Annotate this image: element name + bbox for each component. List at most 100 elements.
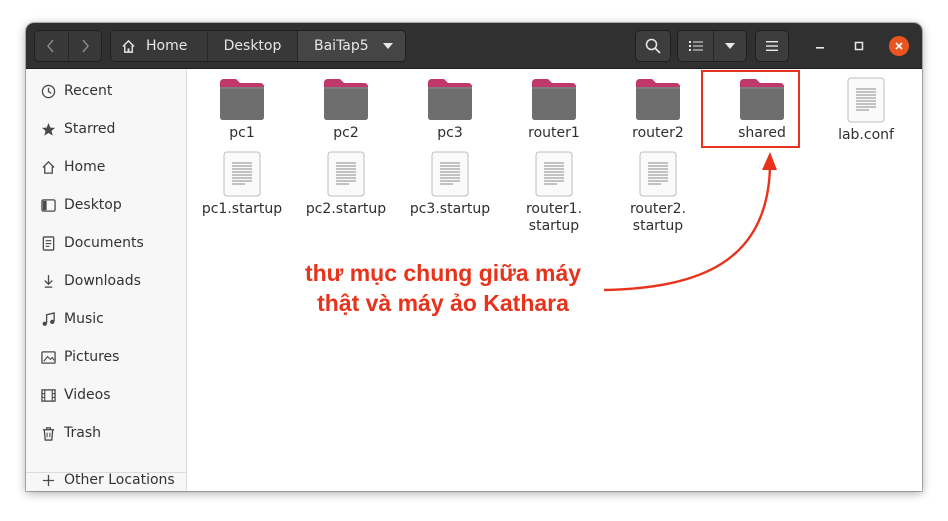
folder-item[interactable]: pc2 <box>294 77 398 142</box>
clock-icon <box>40 83 56 99</box>
folder-item[interactable]: pc3 <box>398 77 502 142</box>
file-label: pc3 <box>437 125 463 141</box>
sidebar: Recent Starred Home Desktop Documents Do… <box>26 69 187 491</box>
breadcrumb-home-label: Home <box>146 38 188 54</box>
folder-icon <box>218 77 266 121</box>
chevron-left-icon <box>47 39 54 53</box>
breadcrumb-desktop-label: Desktop <box>223 38 282 54</box>
file-item[interactable]: router2. startup <box>606 151 710 235</box>
sidebar-item-label: Desktop <box>64 197 122 213</box>
file-label: pc3.startup <box>409 201 491 217</box>
text-file-icon <box>223 151 261 197</box>
sidebar-item-label: Documents <box>64 235 144 251</box>
folder-icon <box>634 77 682 121</box>
star-icon <box>40 121 56 137</box>
annotation-text: thư mục chung giữa máy thật và máy ảo Ka… <box>278 258 608 318</box>
navigation-buttons <box>34 30 102 62</box>
text-file-icon <box>639 151 677 197</box>
file-label: pc1.startup <box>201 201 283 217</box>
sidebar-item-music[interactable]: Music <box>26 300 186 338</box>
breadcrumb-current[interactable]: BaiTap5 <box>297 31 405 61</box>
file-label: router1 <box>528 125 580 141</box>
document-icon <box>40 235 56 251</box>
header-bar: Home Desktop BaiTap5 <box>26 23 922 69</box>
picture-icon <box>40 349 56 365</box>
dropdown-arrow-icon <box>383 43 393 49</box>
maximize-button[interactable] <box>849 36 869 56</box>
folder-item[interactable]: pc1 <box>190 77 294 142</box>
sidebar-item-pictures[interactable]: Pictures <box>26 338 186 376</box>
search-button[interactable] <box>635 30 671 62</box>
music-icon <box>40 311 56 327</box>
folder-icon <box>426 77 474 121</box>
breadcrumb: Home Desktop BaiTap5 <box>110 30 406 62</box>
forward-button[interactable] <box>67 31 101 61</box>
view-dropdown-button[interactable] <box>714 31 746 61</box>
sidebar-item-label: Music <box>64 311 104 327</box>
sidebar-item-label: Home <box>64 159 106 175</box>
sidebar-item-downloads[interactable]: Downloads <box>26 262 186 300</box>
sidebar-item-label: Videos <box>64 387 111 403</box>
close-icon <box>895 42 903 50</box>
file-label: pc2 <box>333 125 359 141</box>
close-button[interactable] <box>889 36 909 56</box>
home-icon <box>40 159 56 175</box>
file-label: router2 <box>632 125 684 141</box>
sidebar-item-label: Trash <box>64 425 101 441</box>
folder-item[interactable]: router1 <box>502 77 606 142</box>
file-item[interactable]: pc3.startup <box>398 151 502 218</box>
sidebar-item-label: Pictures <box>64 349 120 365</box>
search-icon <box>645 38 661 54</box>
list-view-button[interactable] <box>678 31 714 61</box>
file-item[interactable]: router1. startup <box>502 151 606 235</box>
text-file-icon <box>847 77 885 123</box>
file-label: pc2.startup <box>305 201 387 217</box>
file-label: router1. startup <box>525 201 583 234</box>
sidebar-item-videos[interactable]: Videos <box>26 376 186 414</box>
chevron-right-icon <box>82 39 89 53</box>
file-item[interactable]: pc2.startup <box>294 151 398 218</box>
list-view-icon <box>688 41 703 51</box>
sidebar-item-label: Downloads <box>64 273 141 289</box>
file-label: pc1 <box>229 125 255 141</box>
plus-icon <box>40 472 56 488</box>
file-label: router2. startup <box>629 201 687 234</box>
sidebar-item-documents[interactable]: Documents <box>26 224 186 262</box>
file-item[interactable]: lab.conf <box>814 77 918 144</box>
text-file-icon <box>535 151 573 197</box>
minimize-button[interactable] <box>810 36 830 56</box>
text-file-icon <box>327 151 365 197</box>
text-file-icon <box>431 151 469 197</box>
annotation-line-2: thật và máy ảo Kathara <box>317 290 569 316</box>
file-item[interactable]: pc1.startup <box>190 151 294 218</box>
breadcrumb-current-label: BaiTap5 <box>314 38 369 54</box>
desktop-icon <box>40 197 56 213</box>
chevron-down-icon <box>725 43 735 49</box>
folder-icon <box>530 77 578 121</box>
sidebar-item-label: Starred <box>64 121 116 137</box>
back-button[interactable] <box>35 31 68 61</box>
sidebar-item-label: Other Locations <box>64 472 175 488</box>
download-icon <box>40 273 56 289</box>
sidebar-item-trash[interactable]: Trash <box>26 414 186 452</box>
home-icon <box>121 39 136 54</box>
sidebar-item-starred[interactable]: Starred <box>26 110 186 148</box>
file-label: lab.conf <box>838 127 894 143</box>
folder-icon <box>322 77 370 121</box>
hamburger-icon <box>766 41 778 51</box>
breadcrumb-desktop[interactable]: Desktop <box>207 31 297 61</box>
sidebar-item-desktop[interactable]: Desktop <box>26 186 186 224</box>
maximize-icon <box>854 41 864 51</box>
annotation-line-1: thư mục chung giữa máy <box>304 260 582 286</box>
folder-item[interactable]: router2 <box>606 77 710 142</box>
view-options <box>677 30 747 62</box>
trash-icon <box>40 425 56 441</box>
sidebar-item-label: Recent <box>64 83 113 99</box>
menu-button[interactable] <box>755 30 789 62</box>
sidebar-item-other-locations[interactable]: Other Locations <box>26 461 186 491</box>
sidebar-item-recent[interactable]: Recent <box>26 72 186 110</box>
highlight-box <box>701 70 800 148</box>
sidebar-item-home[interactable]: Home <box>26 148 186 186</box>
film-icon <box>40 387 56 403</box>
breadcrumb-home[interactable]: Home <box>111 31 207 61</box>
